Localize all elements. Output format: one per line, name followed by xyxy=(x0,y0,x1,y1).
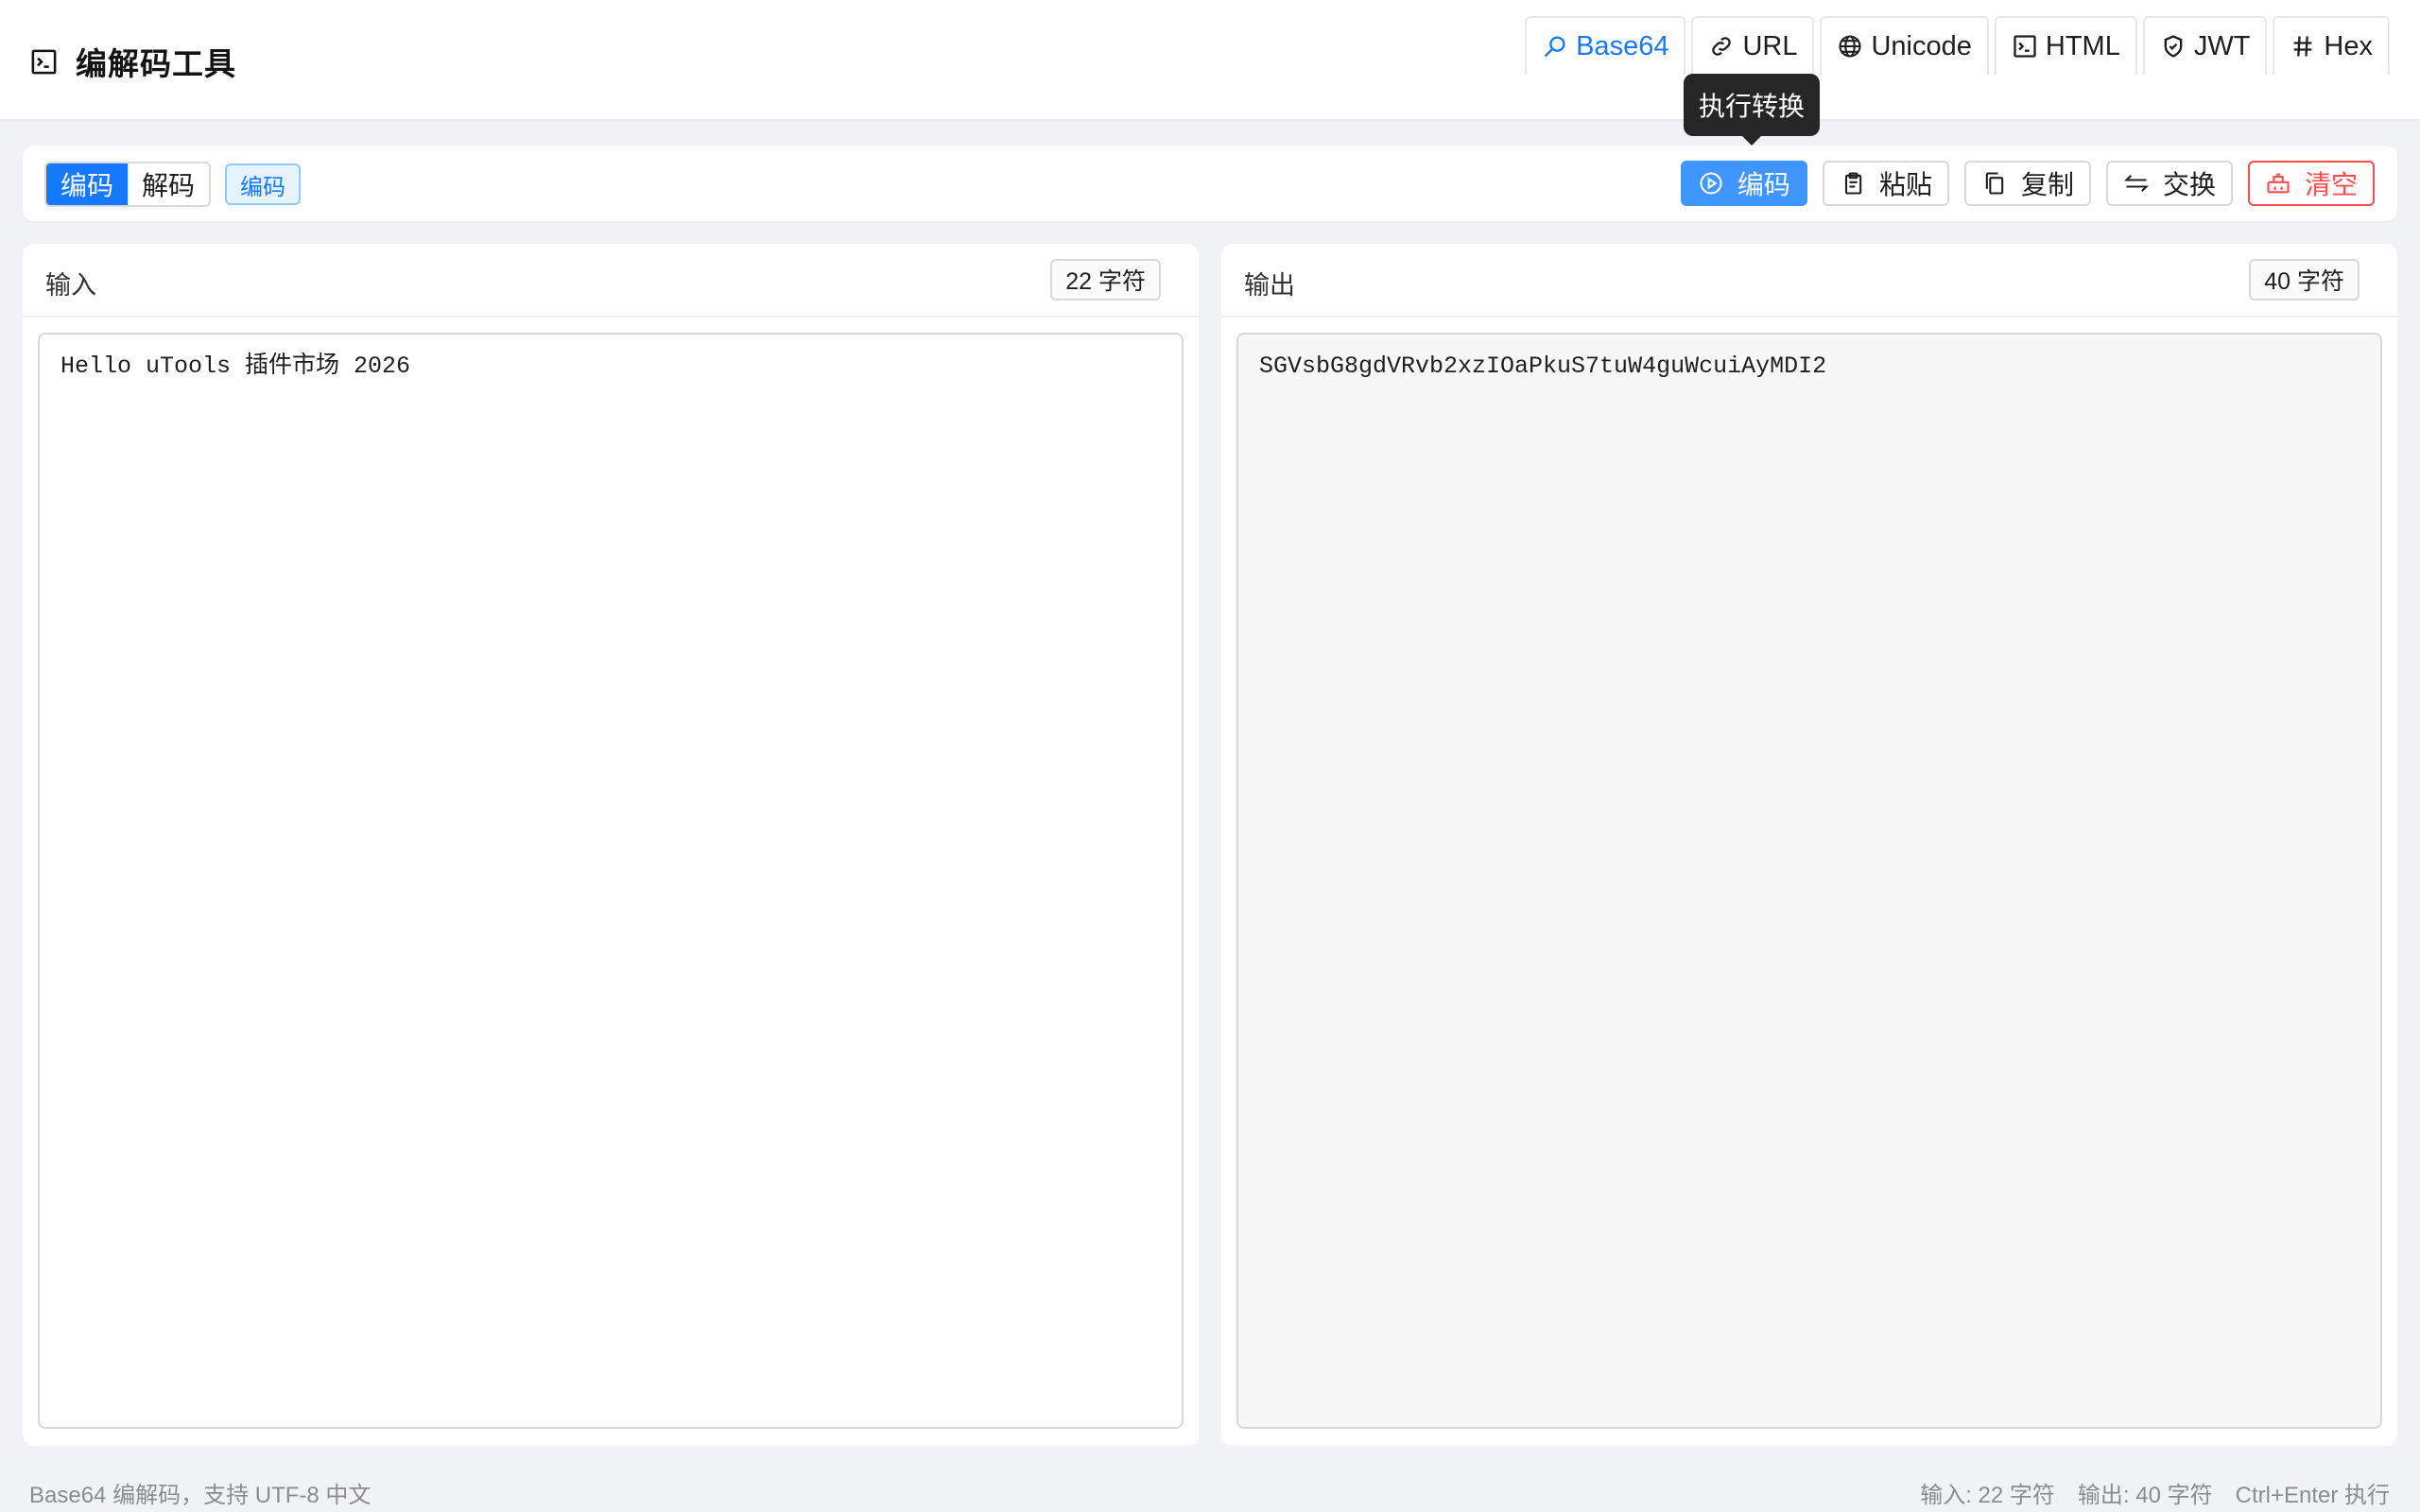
app-header: 编解码工具 Base64 URL Unicode HTML JWT Hex xyxy=(0,0,2420,121)
tab-url[interactable]: URL xyxy=(1691,16,1815,75)
mode-tag: 编码 xyxy=(225,163,301,205)
copy-icon xyxy=(1981,170,2008,197)
search-icon xyxy=(1542,33,1568,60)
swap-icon xyxy=(2123,170,2150,197)
copy-button-label: 复制 xyxy=(2020,170,2074,199)
input-textarea[interactable]: Hello uTools 插件市场 2026 xyxy=(38,333,1184,1429)
tab-label: Unicode xyxy=(1871,30,1972,61)
play-circle-icon xyxy=(1698,170,1724,197)
tab-unicode[interactable]: Unicode xyxy=(1820,16,1989,75)
swap-button[interactable]: 交换 xyxy=(2105,161,2233,206)
shield-icon xyxy=(2160,33,2187,60)
segment-encode[interactable]: 编码 xyxy=(46,163,129,205)
output-textarea[interactable]: SGVsbG8gdVRvb2xzIOaPkuS7tuW4guWcuiAyMDI2 xyxy=(1236,333,2382,1429)
tab-jwt[interactable]: JWT xyxy=(2142,16,2268,75)
shortcut-hint: Ctrl+Enter 执行 xyxy=(2235,1483,2390,1508)
clipboard-icon xyxy=(1840,170,1866,197)
action-buttons: 编码 粘贴 复制 交换 清空 xyxy=(1680,161,2375,206)
output-char-count: 40 字符 xyxy=(2249,259,2360,301)
tab-label: Hex xyxy=(2324,30,2373,61)
toolbar: 编码 解码 编码 编码 粘贴 复制 交换 清空 xyxy=(23,146,2397,221)
terminal-icon xyxy=(29,47,59,77)
input-panel-header: 输入 22 字符 xyxy=(23,244,1199,318)
status-stats: 输入: 22 字符 输出: 40 字符 Ctrl+Enter 执行 xyxy=(1920,1476,2390,1509)
app-title: 编解码工具 xyxy=(76,46,236,81)
tab-label: URL xyxy=(1742,30,1798,61)
output-panel-title: 输出 xyxy=(1244,271,1295,300)
run-button[interactable]: 编码 xyxy=(1680,161,1807,206)
swap-button-label: 交换 xyxy=(2162,170,2216,199)
hash-icon xyxy=(2290,33,2316,60)
clear-button-label: 清空 xyxy=(2304,170,2358,199)
output-panel-header: 输出 40 字符 xyxy=(1221,244,2397,318)
brand: 编解码工具 xyxy=(29,43,236,81)
copy-button[interactable]: 复制 xyxy=(1963,161,2091,206)
input-stat: 输入: 22 字符 xyxy=(1920,1483,2055,1508)
input-panel-title: 输入 xyxy=(45,271,96,300)
status-bar: Base64 编解码，支持 UTF-8 中文 输入: 22 字符 输出: 40 … xyxy=(0,1467,2420,1512)
run-tooltip: 执行转换 xyxy=(1684,74,1821,146)
code-icon xyxy=(2012,33,2038,60)
segment-decode[interactable]: 解码 xyxy=(128,163,210,205)
mode-segmented-control: 编码 解码 xyxy=(44,162,212,207)
tab-html[interactable]: HTML xyxy=(1994,16,2137,75)
globe-icon xyxy=(1837,33,1863,60)
tab-hex[interactable]: Hex xyxy=(2273,16,2390,75)
run-button-label: 编码 xyxy=(1737,170,1790,199)
tab-label: Base64 xyxy=(1576,30,1669,61)
clear-button[interactable]: 清空 xyxy=(2247,161,2375,206)
input-panel: 输入 22 字符 Hello uTools 插件市场 2026 xyxy=(23,244,1199,1446)
input-char-count: 22 字符 xyxy=(1050,259,1161,301)
link-icon xyxy=(1708,33,1735,60)
eraser-icon xyxy=(2265,170,2291,197)
tab-base64[interactable]: Base64 xyxy=(1525,16,1686,75)
tool-description: Base64 编解码，支持 UTF-8 中文 xyxy=(29,1483,372,1508)
output-panel: 输出 40 字符 SGVsbG8gdVRvb2xzIOaPkuS7tuW4guW… xyxy=(1221,244,2397,1446)
encoding-tabs: Base64 URL Unicode HTML JWT Hex xyxy=(1525,16,2390,75)
paste-button[interactable]: 粘贴 xyxy=(1822,161,1949,206)
tab-label: JWT xyxy=(2193,30,2251,61)
tab-label: HTML xyxy=(2045,30,2120,61)
paste-button-label: 粘贴 xyxy=(1878,170,1932,199)
output-stat: 输出: 40 字符 xyxy=(2077,1483,2213,1508)
